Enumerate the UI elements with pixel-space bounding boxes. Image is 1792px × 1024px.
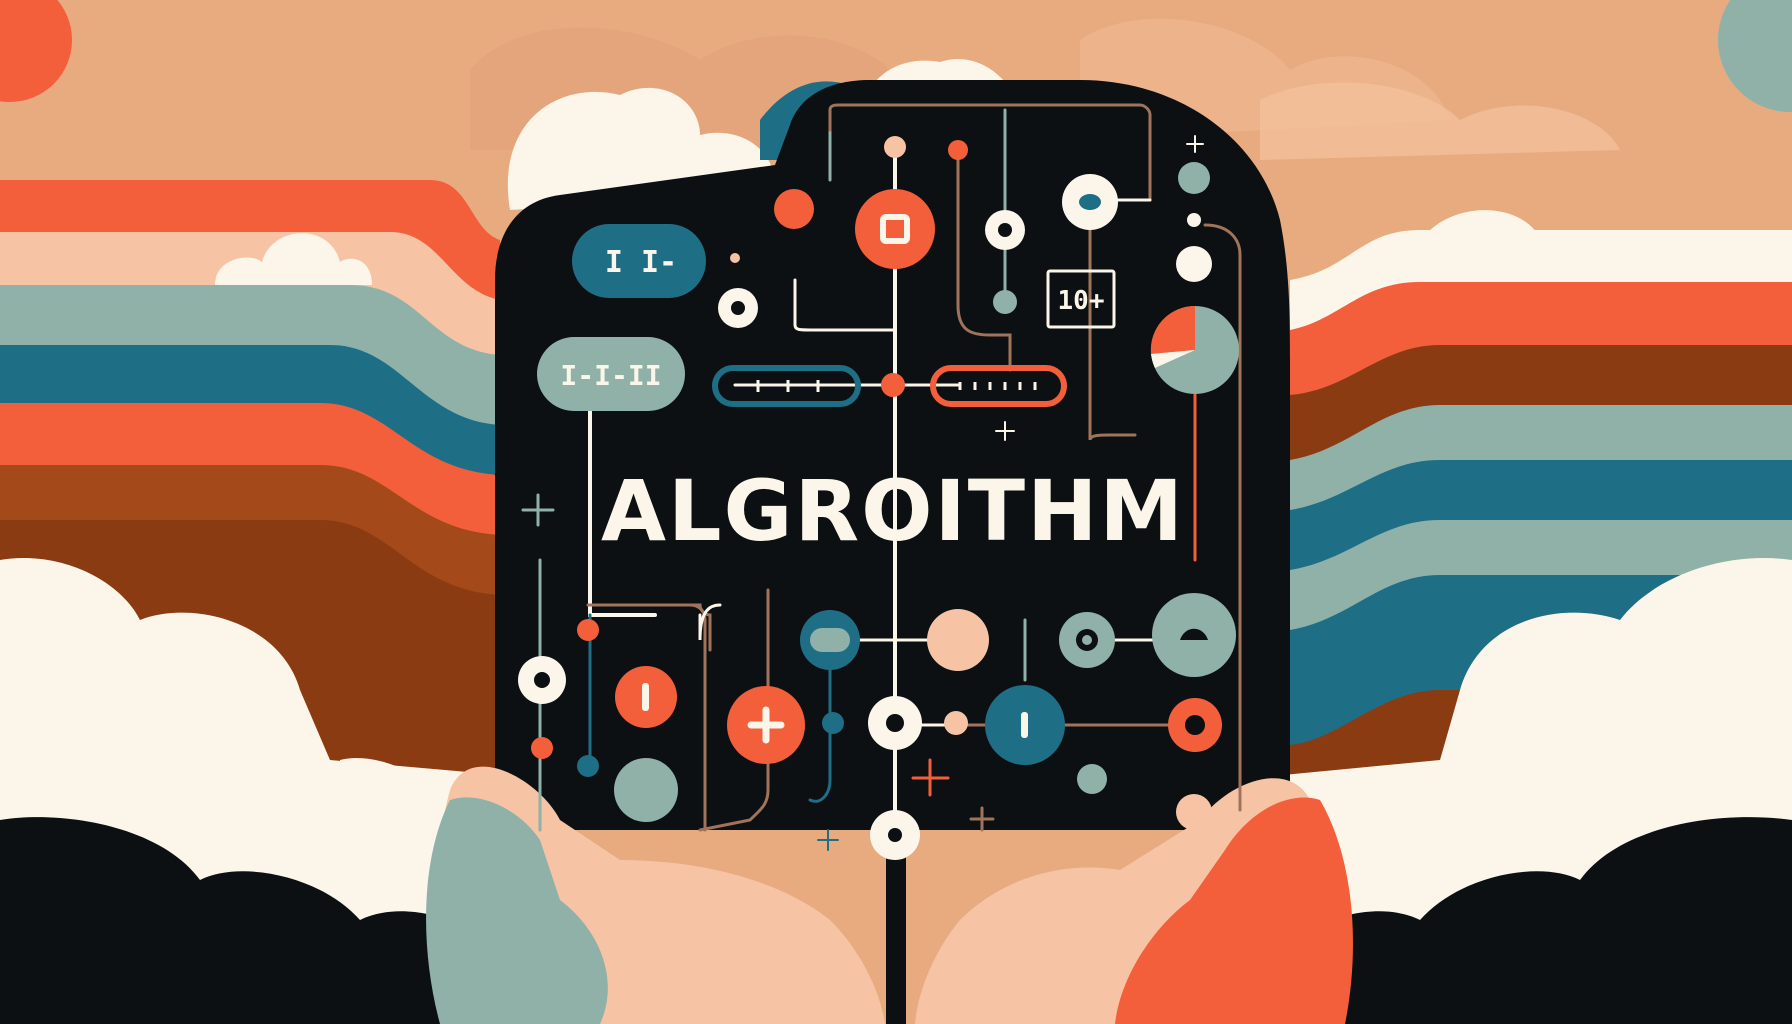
code-box-label: 10+ [1058, 286, 1105, 316]
node-eye-pupil [1079, 194, 1101, 210]
pill-b-label: I-I-II [560, 359, 661, 392]
node-ring-center [886, 714, 904, 732]
node-orange-small [948, 140, 968, 160]
node-cream [1176, 246, 1212, 282]
node-bar-icon [1021, 712, 1028, 738]
illustration: I I- I-I-II 10+ ALGROITHM [0, 0, 1792, 1024]
node-ring-center [534, 672, 550, 688]
node-sage-small [1077, 764, 1107, 794]
node-peach-face [927, 609, 989, 671]
node-sage [1178, 162, 1210, 194]
node-peach [884, 136, 906, 158]
node-ring-center [998, 223, 1012, 237]
node-bar-icon [642, 683, 649, 711]
algorithm-title: ALGROITHM [601, 462, 1185, 560]
node-ring-center [888, 828, 902, 842]
node-peach-small [944, 711, 968, 735]
node-orange-small [531, 737, 553, 759]
node-teal-small [822, 712, 844, 734]
node-orange-square [855, 189, 935, 269]
node-teal-pill-inner [810, 628, 850, 652]
node-teal-small [577, 755, 599, 777]
node-sage-small [993, 290, 1017, 314]
node-junction [881, 373, 905, 397]
node-orange-ring-center [1185, 715, 1205, 735]
node-orange [774, 189, 814, 229]
node-cream-small [1187, 213, 1201, 227]
node-peach-small [730, 253, 740, 263]
node-orange-small [577, 619, 599, 641]
node-ring-center [731, 301, 745, 315]
node-peach [1176, 794, 1212, 830]
pill-a-label: I I- [605, 245, 677, 280]
node-sage-ring-core [1082, 635, 1092, 645]
algorithm-illustration: I I- I-I-II 10+ ALGROITHM [0, 0, 1792, 1024]
node-sage-large [614, 758, 678, 822]
